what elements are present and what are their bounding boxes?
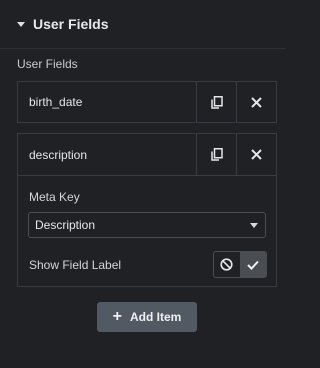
duplicate-button[interactable] bbox=[196, 82, 236, 122]
user-fields-panel: User Fields User Fields birth_date descr… bbox=[0, 0, 286, 368]
chevron-down-icon bbox=[250, 223, 258, 228]
copy-icon bbox=[210, 95, 223, 109]
close-icon bbox=[251, 149, 262, 160]
add-item-label: Add Item bbox=[130, 310, 182, 324]
show-field-label-choice bbox=[213, 251, 267, 278]
meta-key-value: Description bbox=[35, 218, 96, 232]
remove-button[interactable] bbox=[236, 82, 276, 122]
repeater-item-title[interactable]: description bbox=[18, 134, 196, 175]
meta-key-select[interactable]: Description bbox=[28, 212, 266, 238]
repeater-item: birth_date bbox=[17, 81, 277, 123]
caret-down-icon bbox=[17, 22, 25, 27]
repeater-item: description Meta Key Description Show Fi… bbox=[17, 133, 277, 287]
repeater-item-title[interactable]: birth_date bbox=[18, 82, 196, 122]
show-field-label-label: Show Field Label bbox=[29, 258, 122, 272]
option-no[interactable] bbox=[214, 252, 240, 277]
section-title: User Fields bbox=[33, 16, 109, 32]
remove-button[interactable] bbox=[236, 134, 276, 175]
option-yes[interactable] bbox=[239, 252, 266, 277]
meta-key-label: Meta Key bbox=[29, 190, 80, 204]
close-icon bbox=[251, 96, 262, 108]
plus-icon: + bbox=[112, 308, 122, 325]
duplicate-button[interactable] bbox=[196, 134, 236, 175]
copy-icon bbox=[210, 148, 223, 161]
add-item-button[interactable]: + Add Item bbox=[97, 302, 197, 332]
ban-icon bbox=[220, 258, 233, 271]
repeater-label: User Fields bbox=[17, 57, 78, 71]
check-icon bbox=[247, 260, 259, 270]
section-toggle[interactable]: User Fields bbox=[0, 0, 286, 49]
